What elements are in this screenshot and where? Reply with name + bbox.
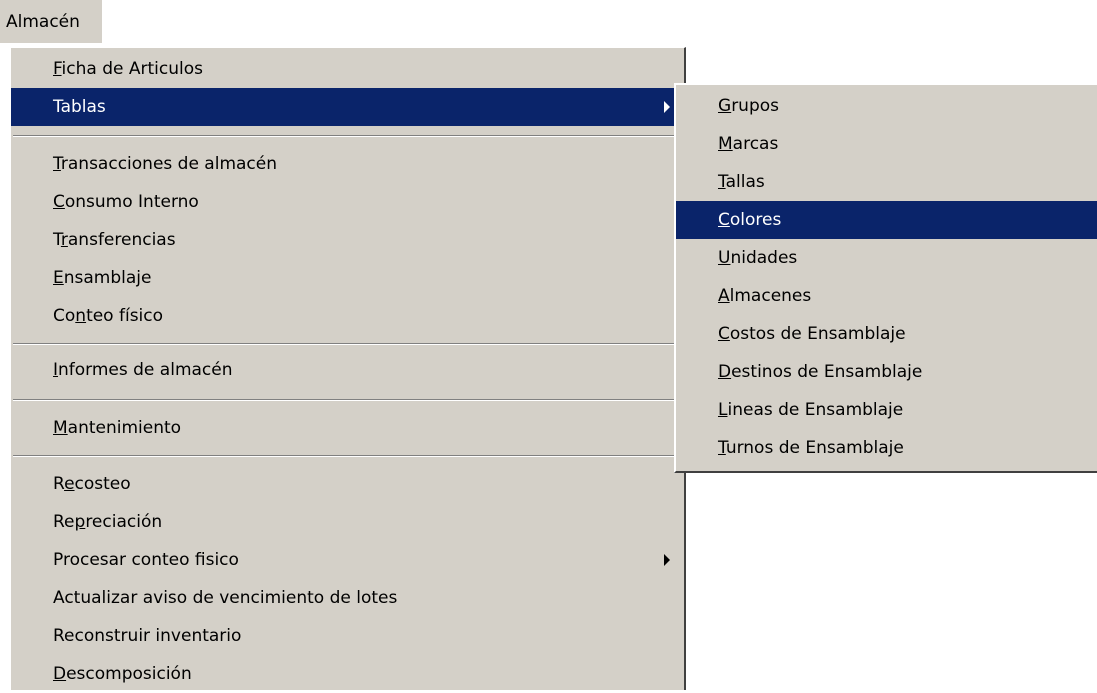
menu-item-tablas[interactable]: Tablas xyxy=(11,88,684,126)
menu-item-transferencias[interactable]: Transferencias xyxy=(11,221,684,259)
submenu-item-almacenes[interactable]: Almacenes xyxy=(676,277,1097,315)
submenu-item-costos-ensamblaje[interactable]: Costos de Ensamblaje xyxy=(676,315,1097,353)
menu-item-reconstruir-inventario[interactable]: Reconstruir inventario xyxy=(11,617,684,655)
submenu-arrow-icon xyxy=(664,101,670,113)
submenu-item-tallas[interactable]: Tallas xyxy=(676,163,1097,201)
menu-separator xyxy=(13,343,682,345)
menu-almacen-title[interactable]: Almacén xyxy=(0,0,102,43)
menu-item-ensamblaje[interactable]: Ensamblaje xyxy=(11,259,684,297)
menu-item-actualizar-aviso[interactable]: Actualizar aviso de vencimiento de lotes xyxy=(11,579,684,617)
submenu-item-grupos[interactable]: Grupos xyxy=(676,87,1097,125)
menu-item-descomposicion[interactable]: Descomposición xyxy=(11,655,684,693)
menu-item-repreciacion[interactable]: Repreciación xyxy=(11,503,684,541)
menu-item-informes[interactable]: Informes de almacén xyxy=(11,351,684,389)
menu-separator xyxy=(13,399,682,401)
menu-item-ficha-articulos[interactable]: Ficha de Articulos xyxy=(11,50,684,88)
menu-item-mantenimiento[interactable]: Mantenimiento xyxy=(11,409,684,447)
almacen-dropdown-menu: Ficha de Articulos Tablas Transacciones … xyxy=(10,47,686,690)
menu-separator xyxy=(13,455,682,457)
submenu-item-lineas-ensamblaje[interactable]: Lineas de Ensamblaje xyxy=(676,391,1097,429)
menu-item-consumo-interno[interactable]: Consumo Interno xyxy=(11,183,684,221)
tablas-submenu: Grupos Marcas Tallas Colores Unidades Al… xyxy=(674,83,1097,473)
menu-item-conteo-fisico[interactable]: Conteo físico xyxy=(11,297,684,335)
menu-separator xyxy=(13,135,682,137)
submenu-item-destinos-ensamblaje[interactable]: Destinos de Ensamblaje xyxy=(676,353,1097,391)
submenu-item-unidades[interactable]: Unidades xyxy=(676,239,1097,277)
menu-item-transacciones[interactable]: Transacciones de almacén xyxy=(11,145,684,183)
submenu-arrow-icon xyxy=(664,554,670,566)
submenu-item-turnos-ensamblaje[interactable]: Turnos de Ensamblaje xyxy=(676,429,1097,467)
menu-item-procesar-conteo[interactable]: Procesar conteo fisico xyxy=(11,541,684,579)
submenu-item-marcas[interactable]: Marcas xyxy=(676,125,1097,163)
menu-item-recosteo[interactable]: Recosteo xyxy=(11,465,684,503)
submenu-item-colores[interactable]: Colores xyxy=(676,201,1097,239)
